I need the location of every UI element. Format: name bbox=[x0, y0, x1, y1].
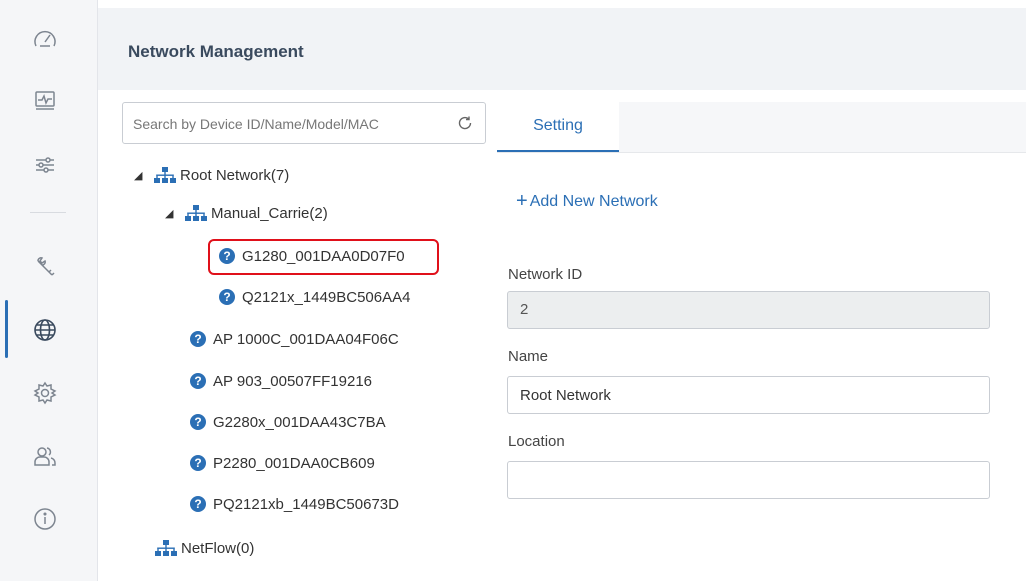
network-id-field: 2 bbox=[507, 291, 990, 329]
name-field[interactable] bbox=[507, 376, 990, 414]
tab-setting[interactable]: Setting bbox=[497, 102, 619, 152]
question-icon: ? bbox=[219, 248, 235, 264]
tree-node-device[interactable]: ? PQ2121xb_1449BC50673D bbox=[190, 492, 399, 516]
tree-node-label: Root Network(7) bbox=[180, 166, 290, 184]
active-indicator bbox=[5, 300, 8, 358]
location-label: Location bbox=[508, 433, 565, 450]
tree-node-label: PQ2121xb_1449BC50673D bbox=[213, 495, 399, 513]
sidebar bbox=[0, 0, 98, 581]
page-title: Network Management bbox=[128, 42, 304, 61]
question-icon: ? bbox=[190, 414, 206, 430]
tree-node-device[interactable]: ? AP 903_00507FF19216 bbox=[190, 369, 372, 393]
network-icon bbox=[185, 205, 207, 221]
refresh-icon[interactable] bbox=[457, 115, 473, 131]
tree-node-netflow[interactable]: NetFlow(0) bbox=[155, 536, 254, 560]
tree-node-label: G2280x_001DAA43C7BA bbox=[213, 413, 386, 431]
tree-node-device[interactable]: ? P2280_001DAA0CB609 bbox=[190, 451, 375, 475]
tree-node-label: AP 1000C_001DAA04F06C bbox=[213, 330, 399, 348]
tree-node-label: AP 903_00507FF19216 bbox=[213, 372, 373, 390]
tree-node-root[interactable]: ◢ Root Network(7) bbox=[134, 163, 289, 187]
settings-panel: Setting + Add New Network Network ID 2 N… bbox=[497, 90, 1026, 581]
network-icon bbox=[155, 540, 177, 556]
page-header: Network Management bbox=[98, 8, 1026, 90]
plus-icon: + bbox=[516, 190, 528, 212]
tree-node-device[interactable]: ? Q2121x_1449BC506AA4 bbox=[219, 285, 410, 309]
collapse-caret-icon[interactable]: ◢ bbox=[165, 207, 181, 220]
tree-node-group[interactable]: ◢ Manual_Carrie(2) bbox=[165, 201, 328, 225]
tree-node-label: G1280_001DAA0D07F0 bbox=[242, 247, 405, 265]
monitor-icon[interactable] bbox=[30, 86, 60, 116]
gear-icon[interactable] bbox=[30, 378, 60, 408]
collapse-caret-icon[interactable]: ◢ bbox=[134, 169, 150, 182]
tab-strip: Setting bbox=[497, 102, 1026, 153]
search-box bbox=[122, 102, 486, 145]
tree-node-label: NetFlow(0) bbox=[181, 539, 255, 557]
add-network-label: Add New Network bbox=[529, 192, 658, 210]
question-icon: ? bbox=[190, 496, 206, 512]
users-icon[interactable] bbox=[30, 441, 60, 471]
sliders-icon[interactable] bbox=[30, 150, 60, 180]
network-icon bbox=[154, 167, 176, 183]
tree-node-device[interactable]: ? G2280x_001DAA43C7BA bbox=[190, 410, 386, 434]
info-icon[interactable] bbox=[30, 504, 60, 534]
question-icon: ? bbox=[190, 373, 206, 389]
question-icon: ? bbox=[190, 331, 206, 347]
tree-node-label: Manual_Carrie(2) bbox=[211, 204, 328, 222]
search-input[interactable] bbox=[131, 103, 455, 145]
location-field[interactable] bbox=[507, 461, 990, 499]
name-label: Name bbox=[508, 348, 549, 365]
network-id-label: Network ID bbox=[508, 266, 583, 283]
globe-icon[interactable] bbox=[30, 315, 60, 345]
wrench-icon[interactable] bbox=[30, 252, 60, 282]
add-network-link[interactable]: + Add New Network bbox=[516, 190, 658, 213]
tree-node-label: P2280_001DAA0CB609 bbox=[213, 454, 375, 472]
tree-node-label: Q2121x_1449BC506AA4 bbox=[242, 288, 411, 306]
question-icon: ? bbox=[219, 289, 235, 305]
tree-node-device[interactable]: ? G1280_001DAA0D07F0 bbox=[219, 244, 405, 268]
network-tree-panel: ◢ Root Network(7) ◢ Manual_Carrie(2) ? G… bbox=[98, 90, 496, 581]
tree-node-device[interactable]: ? AP 1000C_001DAA04F06C bbox=[190, 327, 399, 351]
speedometer-icon[interactable] bbox=[30, 25, 60, 55]
sidebar-divider bbox=[30, 212, 66, 213]
question-icon: ? bbox=[190, 455, 206, 471]
